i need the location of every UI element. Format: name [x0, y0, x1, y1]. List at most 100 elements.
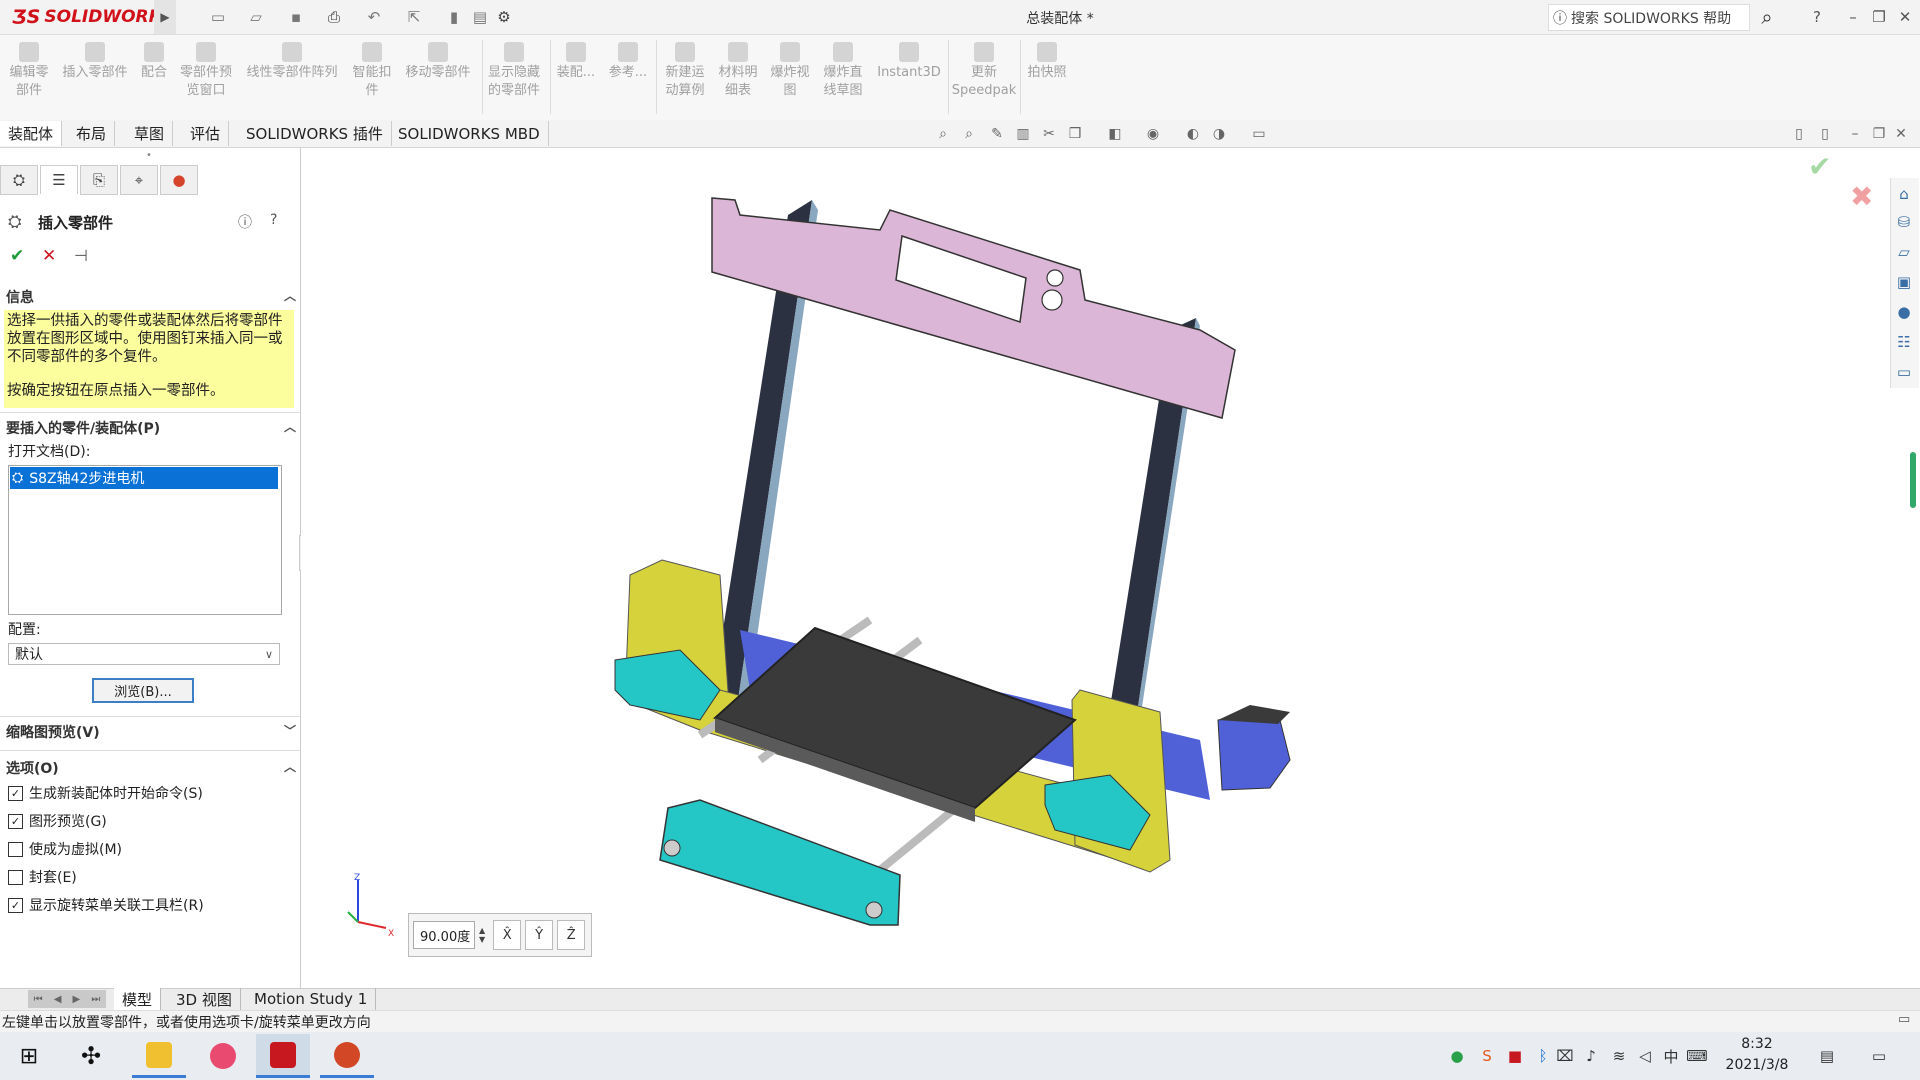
checkbox[interactable]: [8, 841, 23, 857]
cancel-x-icon[interactable]: ✕: [42, 246, 56, 266]
checkbox[interactable]: ✓: [8, 813, 23, 829]
edit-component-button[interactable]: 编辑零部件: [4, 42, 54, 114]
powerpoint-taskbar-icon[interactable]: [320, 1034, 374, 1078]
tray-solidworks-icon[interactable]: ■: [1504, 1045, 1526, 1067]
parts-section-header[interactable]: 要插入的零件/装配体(P) ︿: [6, 418, 296, 438]
appearances-icon[interactable]: ●: [1894, 302, 1914, 322]
reference-geometry-button[interactable]: 参考...: [604, 42, 652, 114]
viewport-split-icon[interactable]: ▯: [1790, 125, 1808, 143]
tab-3d-views[interactable]: 3D 视图: [168, 988, 241, 1010]
info-section-header[interactable]: 信息 ︿: [6, 287, 296, 307]
browser-taskbar-icon[interactable]: [196, 1034, 250, 1078]
help-icon[interactable]: ?: [270, 212, 277, 228]
solidworks-logo[interactable]: ƷS SOLIDWORKS: [12, 5, 174, 29]
viewport-close-icon[interactable]: ✕: [1892, 125, 1910, 143]
status-chat-icon[interactable]: ▭: [1898, 1012, 1910, 1027]
whats-new-icon[interactable]: ⓘ: [238, 212, 252, 232]
tab-motion-study[interactable]: Motion Study 1: [246, 988, 377, 1010]
file-properties-icon[interactable]: ▤: [470, 7, 490, 27]
tab-model[interactable]: 模型: [114, 988, 162, 1010]
view-settings-icon[interactable]: ▭: [1250, 125, 1268, 143]
checkbox[interactable]: [8, 869, 23, 885]
option-start-command[interactable]: ✓ 生成新装配体时开始命令(S): [8, 783, 288, 803]
show-hidden-button[interactable]: 显示隐藏的零部件: [484, 42, 544, 114]
undo-icon[interactable]: ↶: [364, 7, 384, 27]
instant3d-button[interactable]: Instant3D: [876, 42, 942, 114]
bluetooth-icon[interactable]: ᛒ: [1532, 1045, 1554, 1067]
browse-button[interactable]: 浏览(B)...: [92, 678, 194, 703]
configuration-manager-tab-icon[interactable]: ⎘: [80, 165, 118, 195]
close-window-icon[interactable]: ✕: [1892, 5, 1918, 29]
save-icon[interactable]: ▪: [286, 7, 306, 27]
tray-app-icon[interactable]: ●: [1446, 1045, 1468, 1067]
tab-evaluate[interactable]: 评估: [182, 121, 230, 146]
confirm-corner-cancel-icon[interactable]: ✖: [1850, 180, 1873, 213]
dimxpert-tab-icon[interactable]: ⌖: [120, 165, 158, 195]
volume-icon[interactable]: ◁: [1634, 1045, 1656, 1067]
zoom-to-fit-icon[interactable]: ⌕: [934, 125, 952, 143]
insert-component-button[interactable]: 插入零部件: [58, 42, 132, 114]
notes-icon[interactable]: ▤: [1816, 1045, 1838, 1067]
option-make-virtual[interactable]: 使成为虚拟(M): [8, 839, 288, 859]
help-search[interactable]: ⓘ 搜索 SOLIDWORKS 帮助: [1548, 4, 1750, 31]
option-envelope[interactable]: 封套(E): [8, 867, 288, 887]
assembly-features-button[interactable]: 装配...: [554, 42, 598, 114]
custom-properties-icon[interactable]: ☷: [1894, 332, 1914, 352]
previous-view-icon[interactable]: ✎: [988, 125, 1006, 143]
tab-scroll-buttons[interactable]: ⏮ ◀ ▶ ⏭: [28, 990, 106, 1008]
component-preview-button[interactable]: 零部件预览窗口: [176, 42, 236, 114]
graphics-area[interactable]: [301, 148, 1890, 988]
app-pinwheel-icon[interactable]: ✣: [64, 1034, 118, 1078]
take-snapshot-button[interactable]: 拍快照: [1024, 42, 1070, 114]
zoom-to-area-icon[interactable]: ⌕: [960, 125, 978, 143]
list-item[interactable]: ⛭ S8Z轴42步进电机: [10, 467, 278, 489]
rotate-angle-input[interactable]: 90.00度: [413, 921, 475, 949]
checkbox[interactable]: ✓: [8, 897, 23, 913]
thumbnail-section-header[interactable]: 缩略图预览(V) ﹀: [6, 722, 296, 742]
help-question-icon[interactable]: ?: [1804, 5, 1830, 29]
next-tab-icon[interactable]: ▶: [73, 994, 81, 1005]
open-file-icon[interactable]: ▱: [246, 7, 266, 27]
home-icon[interactable]: ⌂: [1894, 184, 1914, 204]
minimize-icon[interactable]: –: [1840, 5, 1866, 29]
viewport-minimize-icon[interactable]: –: [1846, 125, 1864, 143]
file-explorer-icon[interactable]: ▱: [1894, 242, 1914, 262]
bom-button[interactable]: 材料明细表: [716, 42, 760, 114]
design-library-icon[interactable]: ⛁: [1894, 212, 1914, 232]
tab-layout[interactable]: 布局: [68, 121, 116, 146]
update-speedpak-button[interactable]: 更新Speedpak: [952, 42, 1016, 114]
keyboard-icon[interactable]: ⌨: [1686, 1045, 1708, 1067]
options-section-header[interactable]: 选项(O) ︿: [6, 758, 296, 778]
scene-icon[interactable]: ◑: [1210, 125, 1228, 143]
configuration-select[interactable]: 默认 ∨: [8, 643, 280, 665]
scroll-indicator[interactable]: [1910, 452, 1916, 508]
rebuild-icon[interactable]: ▮: [444, 7, 464, 27]
panel-drag-handle[interactable]: •: [146, 150, 152, 161]
rotate-x-button[interactable]: X̂: [493, 920, 522, 950]
new-motion-study-button[interactable]: 新建运动算例: [660, 42, 710, 114]
options-gear-icon[interactable]: ⚙: [494, 7, 514, 27]
tab-sketch[interactable]: 草图: [126, 121, 174, 146]
taskbar-clock[interactable]: 8:32 2021/3/8: [1718, 1034, 1796, 1078]
last-tab-icon[interactable]: ⏭: [91, 994, 100, 1005]
forum-icon[interactable]: ▭: [1894, 362, 1914, 382]
tray-ime-icon[interactable]: S: [1476, 1045, 1498, 1067]
rotate-y-button[interactable]: Ŷ: [525, 920, 554, 950]
section-view-icon[interactable]: ▥: [1014, 125, 1032, 143]
checkbox[interactable]: ✓: [8, 785, 23, 801]
action-center-icon[interactable]: ▭: [1868, 1045, 1890, 1067]
search-icon[interactable]: ⌕: [1754, 5, 1780, 29]
keep-visible-pin-icon[interactable]: ⊣: [74, 246, 88, 265]
windows-start-icon[interactable]: ⊞: [2, 1034, 56, 1078]
spin-up-icon[interactable]: ▲: [479, 926, 485, 935]
print-icon[interactable]: ⎙: [324, 7, 344, 27]
rotate-z-button[interactable]: Ẑ: [557, 920, 586, 950]
confirm-corner-check-icon[interactable]: ✔: [1808, 150, 1831, 183]
tab-solidworks-addins[interactable]: SOLIDWORKS 插件: [238, 121, 392, 146]
wifi-icon[interactable]: ≋: [1608, 1045, 1630, 1067]
angle-spinner[interactable]: ▲ ▼: [479, 926, 485, 944]
view-palette-icon[interactable]: ▣: [1894, 272, 1914, 292]
tab-solidworks-mbd[interactable]: SOLIDWORKS MBD: [390, 121, 549, 146]
feature-manager-tab-icon[interactable]: ⛭: [0, 165, 38, 195]
property-manager-tab-icon[interactable]: ☰: [40, 165, 78, 194]
